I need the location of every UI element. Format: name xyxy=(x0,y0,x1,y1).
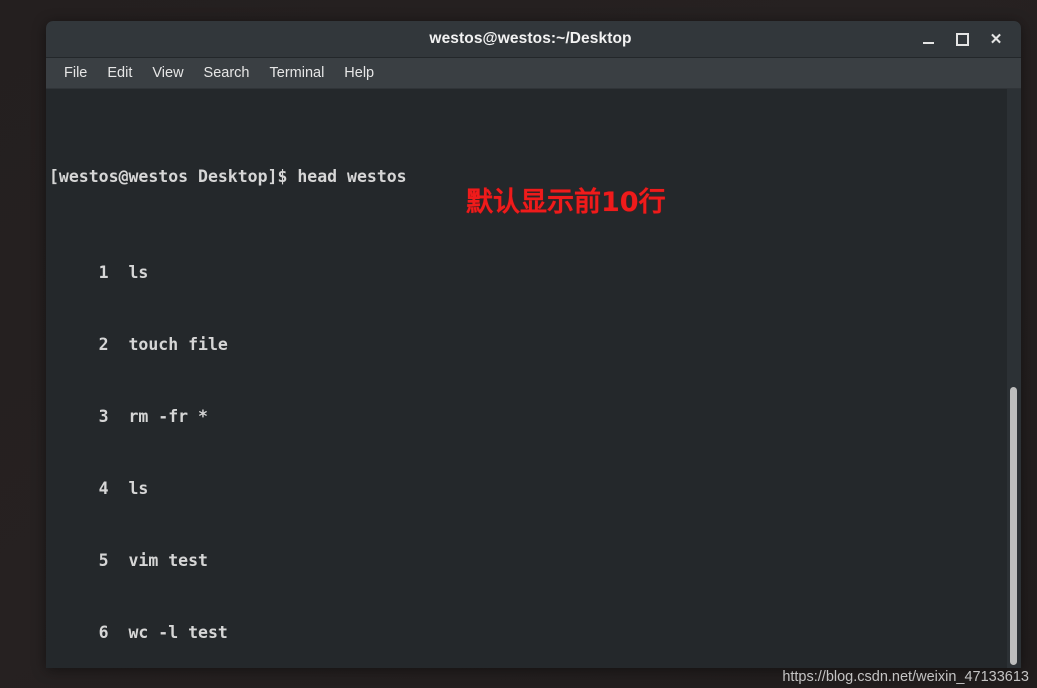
window-title: westos@westos:~/Desktop xyxy=(429,30,632,47)
window-titlebar[interactable]: westos@westos:~/Desktop ✕ xyxy=(46,21,1021,58)
terminal-output-line: 5 vim test xyxy=(49,551,208,570)
menu-item-help[interactable]: Help xyxy=(334,62,384,84)
maximize-button[interactable] xyxy=(945,24,979,54)
minimize-button[interactable] xyxy=(911,24,945,54)
close-icon: ✕ xyxy=(989,30,1003,48)
terminal-output-line: 2 touch file xyxy=(49,335,228,354)
menubar: File Edit View Search Terminal Help xyxy=(46,58,1021,89)
menu-item-view[interactable]: View xyxy=(142,62,193,84)
terminal-output-line: 6 wc -l test xyxy=(49,623,228,642)
terminal-output-line: 1 ls xyxy=(49,263,149,282)
terminal-command-line: [westos@westos Desktop]$ head westos xyxy=(49,167,407,186)
terminal-output-line: 4 ls xyxy=(49,479,149,498)
close-button[interactable]: ✕ xyxy=(979,24,1013,54)
menu-item-edit[interactable]: Edit xyxy=(97,62,142,84)
menu-item-file[interactable]: File xyxy=(54,62,97,84)
window-controls: ✕ xyxy=(911,24,1021,54)
annotation-text: 默认显示前10行 xyxy=(466,187,666,218)
watermark: https://blog.csdn.net/weixin_47133613 xyxy=(782,669,1029,685)
desktop-background: westos@westos:~/Desktop ✕ File Edit View… xyxy=(0,0,1037,688)
menu-item-terminal[interactable]: Terminal xyxy=(260,62,335,84)
maximize-icon xyxy=(955,32,969,46)
terminal-output-line: 3 rm -fr * xyxy=(49,407,208,426)
minimize-icon xyxy=(922,41,934,44)
terminal-scrollbar[interactable] xyxy=(1007,89,1021,668)
terminal-body[interactable]: [westos@westos Desktop]$ head westos 1 l… xyxy=(46,89,1021,668)
terminal-screen[interactable]: [westos@westos Desktop]$ head westos 1 l… xyxy=(46,89,1007,668)
scrollbar-thumb[interactable] xyxy=(1010,387,1017,665)
menu-item-search[interactable]: Search xyxy=(194,62,260,84)
terminal-window: westos@westos:~/Desktop ✕ File Edit View… xyxy=(46,21,1021,668)
